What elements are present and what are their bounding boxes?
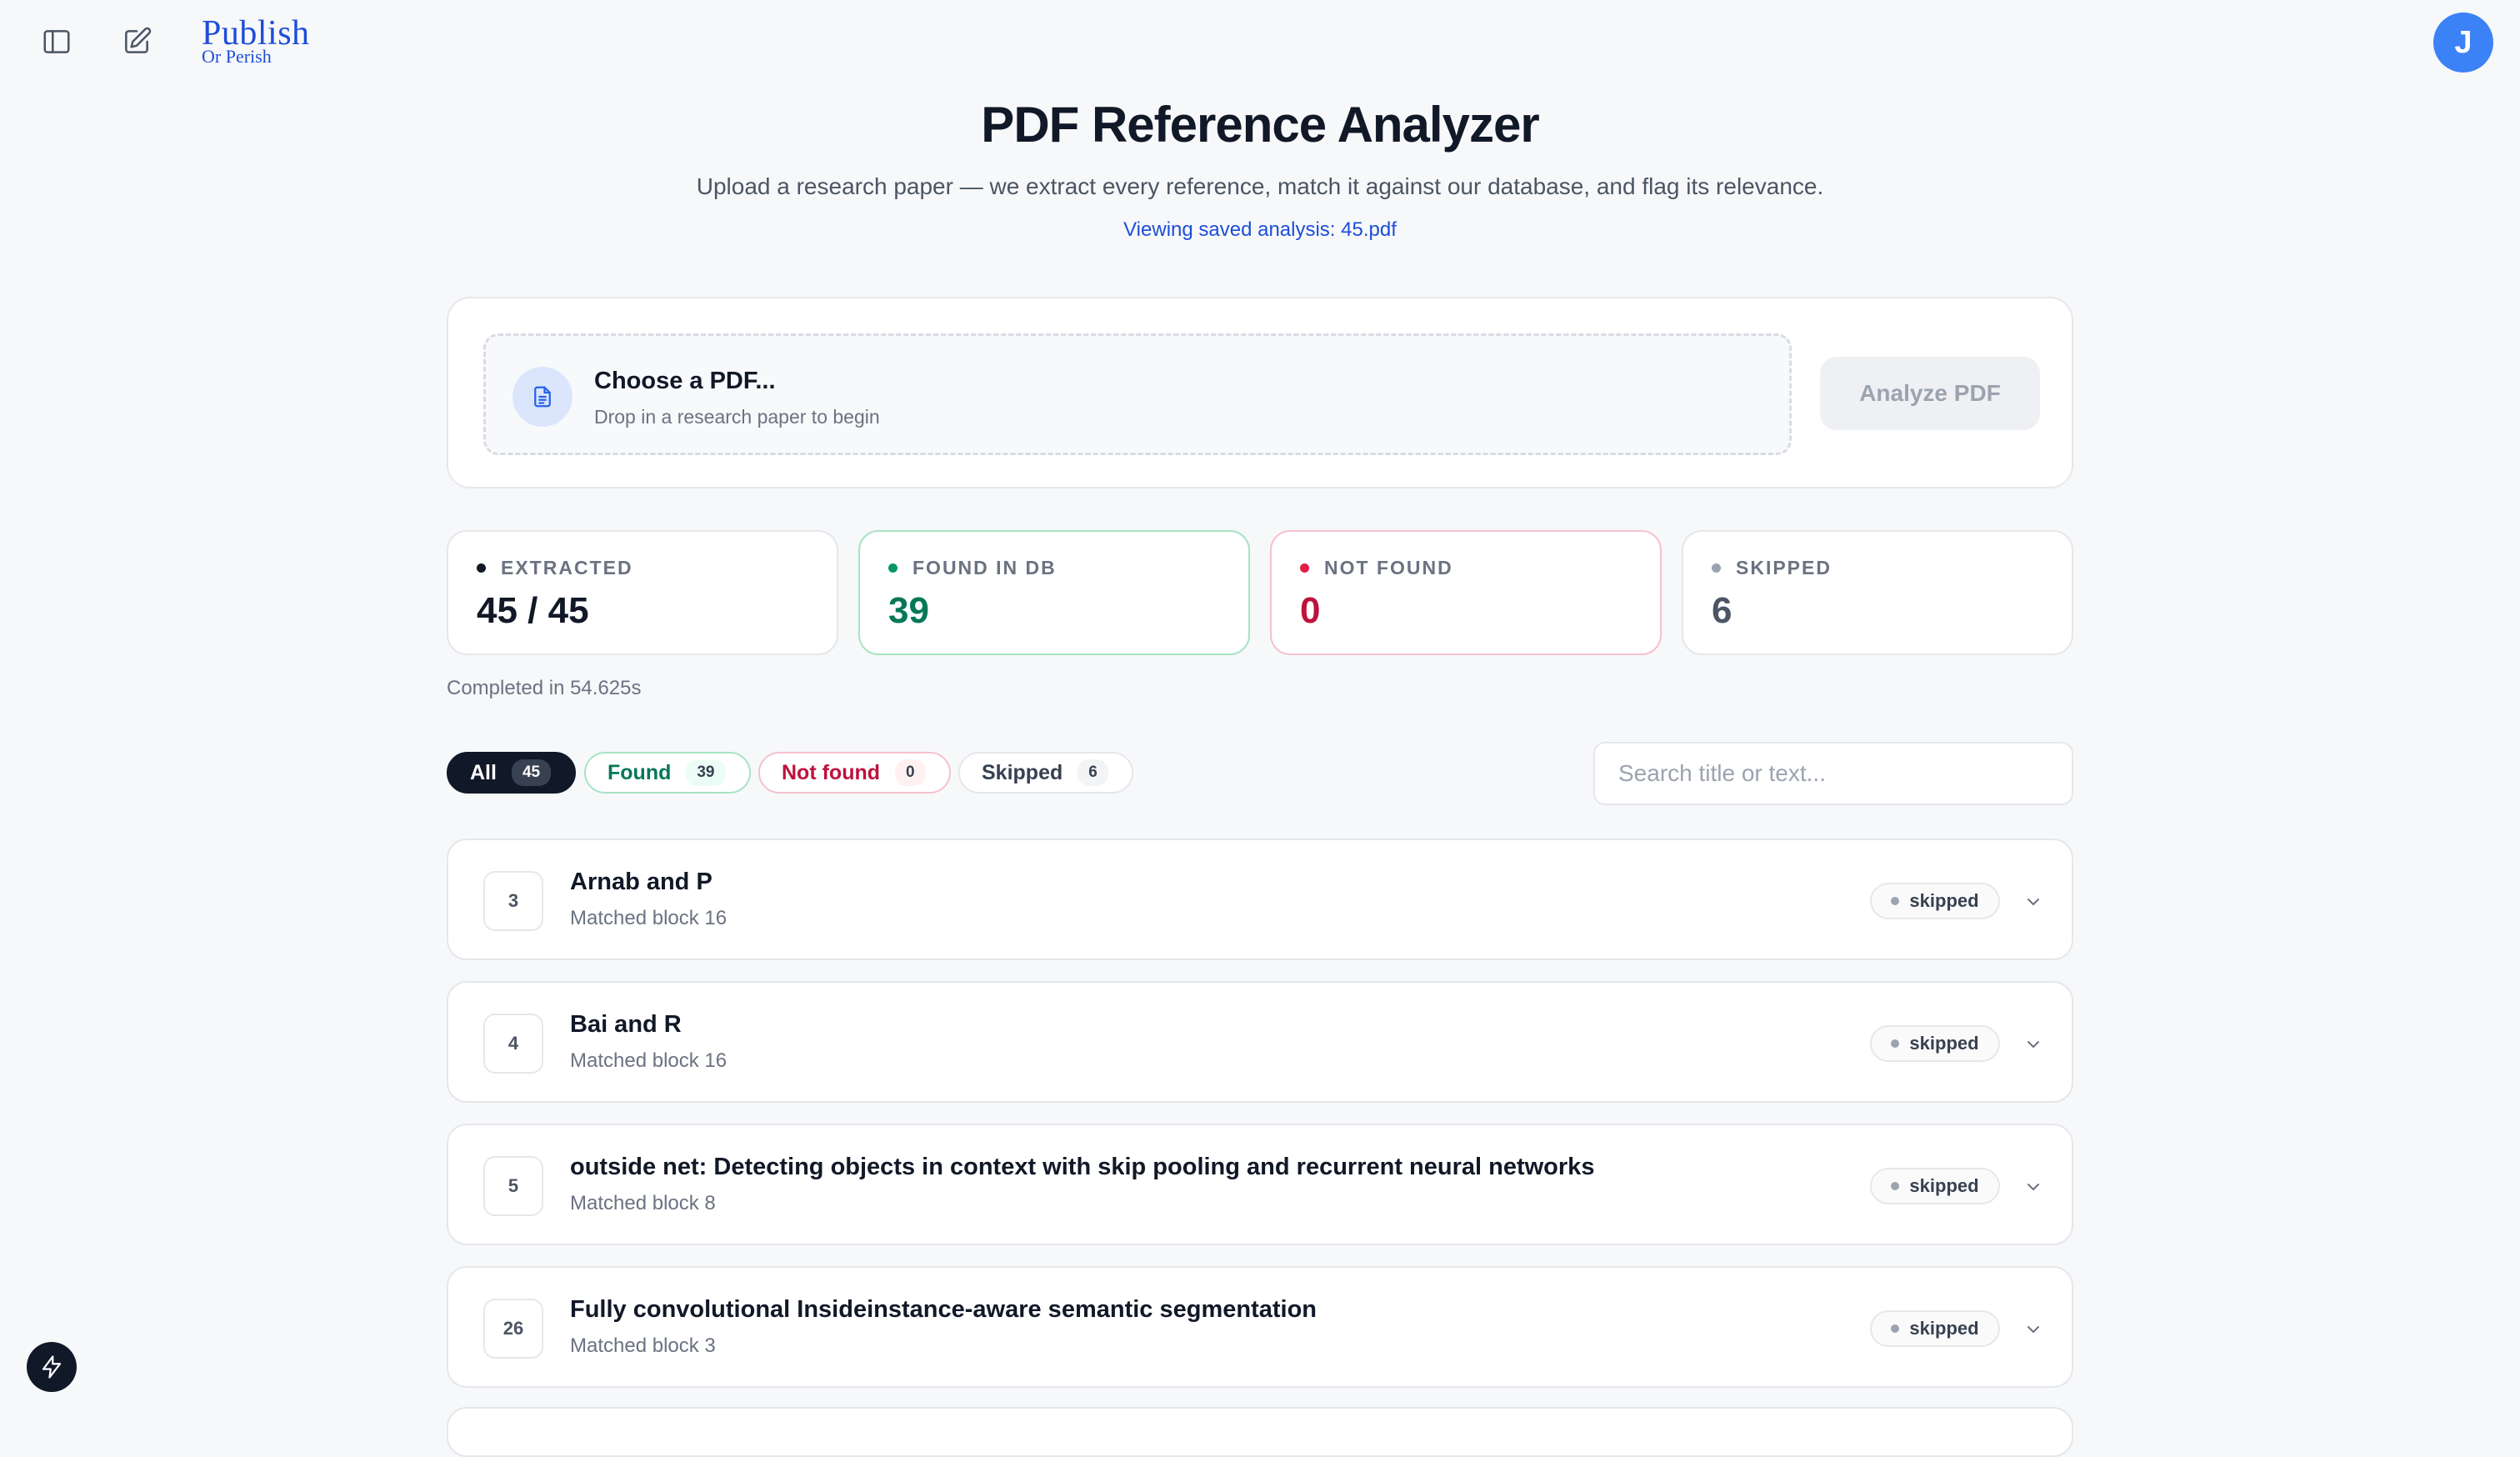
stat-skipped: SKIPPED 6 — [1682, 530, 2073, 655]
status-badge: skipped — [1870, 1168, 2000, 1204]
reference-row[interactable]: 3 Arnab and P Matched block 16 skipped — [447, 839, 2073, 960]
chevron-down-icon[interactable] — [2018, 1029, 2048, 1059]
filter-skipped[interactable]: Skipped 6 — [958, 752, 1133, 794]
reference-row[interactable]: 4 Bai and R Matched block 16 skipped — [447, 981, 2073, 1103]
saved-analysis-link[interactable]: Viewing saved analysis: 45.pdf — [0, 218, 2520, 242]
reference-number: 5 — [483, 1156, 543, 1216]
filter-count: 39 — [686, 759, 726, 786]
stat-not-found: NOT FOUND 0 — [1270, 530, 1662, 655]
top-bar: Publish Or Perish J — [0, 0, 2520, 83]
chevron-down-icon[interactable] — [2018, 1314, 2048, 1344]
stat-label-text: NOT FOUND — [1324, 557, 1453, 578]
status-badge: skipped — [1870, 1310, 2000, 1347]
page-title: PDF Reference Analyzer — [981, 97, 1539, 153]
filter-count: 0 — [895, 759, 926, 786]
upload-card: Choose a PDF... Drop in a research paper… — [447, 297, 2073, 488]
document-icon — [512, 367, 572, 427]
app-logo[interactable]: Publish Or Perish — [202, 15, 310, 66]
filter-found[interactable]: Found 39 — [584, 752, 751, 794]
reference-title: Bai and R — [570, 1011, 682, 1038]
reference-title: Fully convolutional Insideinstance-aware… — [570, 1296, 1317, 1323]
status-dot — [477, 563, 486, 573]
user-avatar[interactable]: J — [2433, 13, 2493, 73]
status-badge-text: skipped — [1909, 890, 1979, 911]
status-badge-text: skipped — [1909, 1033, 1979, 1054]
reference-match-info: Matched block 16 — [570, 907, 728, 929]
filter-label: All — [470, 760, 497, 784]
pdf-dropzone[interactable]: Choose a PDF... Drop in a research paper… — [483, 333, 1792, 455]
stat-found: FOUND IN DB 39 — [858, 530, 1250, 655]
reference-row[interactable]: 5 outside net: Detecting objects in cont… — [447, 1124, 2073, 1245]
chevron-down-icon[interactable] — [2018, 1172, 2048, 1202]
reference-match-info: Matched block 8 — [570, 1192, 716, 1214]
chevron-down-icon[interactable] — [2018, 887, 2048, 917]
reference-row-partial[interactable] — [447, 1407, 2073, 1457]
stat-extracted-value: 45 / 45 — [477, 590, 589, 631]
stat-extracted-label: EXTRACTED — [477, 557, 633, 579]
completed-time: Completed in 54.625s — [447, 677, 642, 699]
stat-label-text: FOUND IN DB — [912, 557, 1057, 578]
reference-number: 26 — [483, 1299, 543, 1359]
status-dot — [1891, 1039, 1900, 1048]
stat-found-label: FOUND IN DB — [888, 557, 1057, 579]
page-subtitle: Upload a research paper — we extract eve… — [696, 173, 1824, 199]
status-dot — [1300, 563, 1309, 573]
search-input[interactable] — [1593, 742, 2073, 805]
stat-extracted: EXTRACTED 45 / 45 — [447, 530, 838, 655]
reference-row[interactable]: 26 Fully convolutional Insideinstance-aw… — [447, 1266, 2073, 1388]
status-dot — [1891, 897, 1900, 905]
stat-not-found-value: 0 — [1300, 590, 1321, 631]
reference-match-info: Matched block 3 — [570, 1334, 716, 1357]
sidebar-toggle-icon[interactable] — [37, 22, 77, 62]
analyze-pdf-button[interactable]: Analyze PDF — [1820, 357, 2040, 430]
status-dot — [888, 563, 898, 573]
status-dot — [1712, 563, 1721, 573]
stat-label-text: EXTRACTED — [501, 557, 633, 578]
stat-skipped-value: 6 — [1712, 590, 1732, 631]
stat-label-text: SKIPPED — [1736, 557, 1832, 578]
filter-all[interactable]: All 45 — [447, 752, 577, 794]
lightning-icon[interactable] — [27, 1342, 77, 1392]
filter-count: 6 — [1078, 759, 1108, 786]
filter-label: Skipped — [982, 760, 1063, 784]
status-badge-text: skipped — [1909, 1318, 1979, 1339]
status-dot — [1891, 1182, 1900, 1190]
reference-title: outside net: Detecting objects in contex… — [570, 1154, 1595, 1180]
status-dot — [1891, 1324, 1900, 1333]
reference-number: 3 — [483, 871, 543, 931]
status-badge-text: skipped — [1909, 1175, 1979, 1196]
filter-label: Not found — [782, 760, 881, 784]
filter-count: 45 — [511, 759, 552, 786]
filter-label: Found — [608, 760, 672, 784]
reference-number: 4 — [483, 1014, 543, 1074]
compose-icon[interactable] — [117, 22, 157, 62]
stat-not-found-label: NOT FOUND — [1300, 557, 1453, 579]
reference-match-info: Matched block 16 — [570, 1049, 728, 1072]
reference-title: Arnab and P — [570, 869, 712, 895]
status-badge: skipped — [1870, 1025, 2000, 1062]
stat-skipped-label: SKIPPED — [1712, 557, 1832, 579]
choose-pdf-hint: Drop in a research paper to begin — [594, 406, 880, 428]
filter-not-found[interactable]: Not found 0 — [758, 752, 951, 794]
stat-found-value: 39 — [888, 590, 929, 631]
choose-pdf-label: Choose a PDF... — [594, 368, 776, 394]
status-badge: skipped — [1870, 883, 2000, 919]
